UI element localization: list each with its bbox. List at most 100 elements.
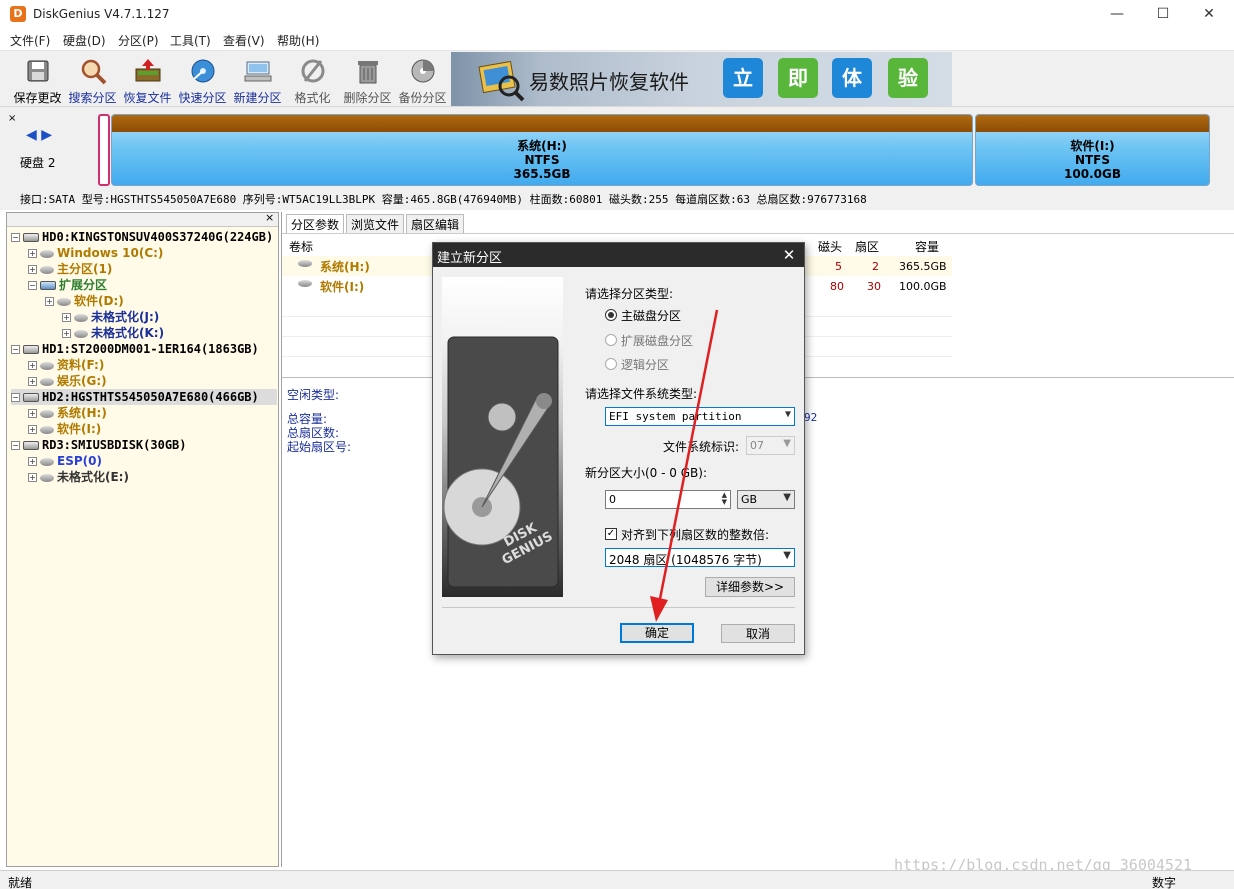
new-partition-button[interactable]: 新建分区	[230, 55, 285, 105]
promo-banner[interactable]: 易数照片恢复软件 立 即 体 验	[451, 52, 952, 106]
logical-partition-radio[interactable]	[605, 358, 617, 370]
expand-toggle-icon[interactable]: −	[11, 393, 20, 402]
menu-partition[interactable]: 分区(P)	[118, 32, 159, 49]
chevron-down-icon: ▼	[783, 438, 791, 449]
expand-toggle-icon[interactable]: +	[28, 265, 37, 274]
disk-label: 硬盘 2	[20, 156, 56, 170]
menu-tools[interactable]: 工具(T)	[170, 32, 211, 49]
backup-partition-label: 备份分区	[398, 91, 447, 105]
save-changes-button[interactable]: 保存更改	[10, 55, 65, 105]
delete-partition-button[interactable]: 删除分区	[340, 55, 395, 105]
expand-toggle-icon[interactable]: +	[28, 409, 37, 418]
menu-file[interactable]: 文件(F)	[10, 32, 50, 49]
menu-help[interactable]: 帮助(H)	[277, 32, 319, 49]
expand-toggle-icon[interactable]: −	[11, 345, 20, 354]
tab-partition-params[interactable]: 分区参数	[286, 214, 345, 233]
recover-files-button[interactable]: 恢复文件	[120, 55, 175, 105]
tree-item-label: 扩展分区	[59, 278, 108, 292]
partition-fs: NTFS	[1074, 153, 1111, 167]
size-unit-select[interactable]: GB ▼	[737, 490, 795, 509]
tree-disk-item[interactable]: − HD1:ST2000DM001-1ER164(1863GB)	[11, 341, 277, 357]
tab-browse-files[interactable]: 浏览文件	[346, 214, 405, 233]
maximize-button[interactable]: ☐	[1140, 0, 1186, 30]
tree-partition-item[interactable]: − 扩展分区	[11, 277, 277, 293]
tree-partition-item[interactable]: + 未格式化(J:)	[11, 309, 277, 325]
dialog-close-button[interactable]: ✕	[776, 244, 802, 266]
space-type-label: 空闲类型:	[287, 388, 340, 402]
tree-item-label: Windows 10(C:)	[57, 246, 164, 260]
status-left: 就绪	[8, 876, 33, 889]
fs-id-label: 文件系统标识:	[663, 440, 740, 454]
align-value: 2048 扇区 (1048576 字节)	[609, 553, 762, 567]
search-partition-button[interactable]: 搜索分区	[65, 55, 120, 105]
tree-disk-item[interactable]: − HD2:HGSTHTS545050A7E680(466GB)	[11, 389, 277, 405]
tree-partition-item[interactable]: + 未格式化(K:)	[11, 325, 277, 341]
row-capacity: 365.5GB	[899, 260, 947, 273]
tree-disk-item[interactable]: − HD0:KINGSTONSUV400S37240G(224GB)	[11, 229, 277, 245]
ok-button[interactable]: 确定	[620, 623, 694, 643]
save-changes-label: 保存更改	[13, 91, 62, 105]
quick-partition-icon	[191, 59, 215, 83]
tree-partition-item[interactable]: + ESP(0)	[11, 453, 277, 469]
tab-sector-edit[interactable]: 扇区编辑	[406, 214, 465, 233]
logical-partition-label: 逻辑分区	[621, 358, 670, 372]
size-input[interactable]: 0 ▲ ▼	[605, 490, 731, 509]
disk-map-close-icon[interactable]: ×	[8, 113, 16, 124]
quick-partition-label: 快速分区	[178, 91, 227, 105]
expand-toggle-icon[interactable]: +	[28, 377, 37, 386]
expand-toggle-icon[interactable]: +	[28, 457, 37, 466]
expand-toggle-icon[interactable]: +	[45, 297, 54, 306]
tree-partition-item[interactable]: + 软件(I:)	[11, 421, 277, 437]
tree-item-label: 软件(I:)	[57, 422, 102, 436]
expand-toggle-icon[interactable]: −	[28, 281, 37, 290]
tree-item-label: RD3:SMIUSBDISK(30GB)	[42, 438, 187, 452]
tree-partition-item[interactable]: + 娱乐(G:)	[11, 373, 277, 389]
tree-partition-item[interactable]: + Windows 10(C:)	[11, 245, 277, 261]
row-capacity: 100.0GB	[899, 280, 947, 293]
close-window-button[interactable]: ✕	[1186, 0, 1232, 30]
col-sectors: 扇区	[855, 240, 880, 254]
backup-partition-button[interactable]: 备份分区	[395, 55, 450, 105]
tree-partition-item[interactable]: + 主分区(1)	[11, 261, 277, 277]
partition-icon	[74, 329, 88, 338]
tree-disk-item[interactable]: − RD3:SMIUSBDISK(30GB)	[11, 437, 277, 453]
tree-close-icon[interactable]: ×	[265, 211, 274, 224]
expand-toggle-icon[interactable]: −	[11, 441, 20, 450]
align-select[interactable]: 2048 扇区 (1048576 字节) ▼	[605, 548, 795, 567]
disk-map: × ◀ ▶ 硬盘 2 系统(H:) NTFS 365.5GB 软件(I:) NT…	[0, 107, 1234, 210]
tree-partition-item[interactable]: + 资料(F:)	[11, 357, 277, 373]
menu-view[interactable]: 查看(V)	[223, 32, 265, 49]
tree-item-label: 未格式化(J:)	[91, 310, 160, 324]
disk-nav-arrows[interactable]: ◀ ▶	[26, 127, 52, 143]
expand-toggle-icon[interactable]: +	[28, 425, 37, 434]
format-button[interactable]: 格式化	[285, 55, 340, 105]
primary-partition-radio[interactable]	[605, 309, 617, 321]
align-checkbox[interactable]: ✓	[605, 528, 617, 540]
fs-type-select[interactable]: EFI system partition ▼	[605, 407, 795, 426]
size-label: 新分区大小(0 - 0 GB):	[585, 466, 707, 480]
tree-partition-item[interactable]: + 未格式化(E:)	[11, 469, 277, 485]
fs-id-value: 07	[750, 439, 764, 452]
detail-params-button[interactable]: 详细参数>>	[705, 577, 795, 597]
extended-partition-radio[interactable]	[605, 334, 617, 346]
tree-item-label: 主分区(1)	[57, 262, 113, 276]
expand-toggle-icon[interactable]: +	[28, 473, 37, 482]
expand-toggle-icon[interactable]: −	[11, 233, 20, 242]
hard-disk-icon	[23, 393, 39, 402]
partition-bar-software[interactable]: 软件(I:) NTFS 100.0GB	[975, 114, 1210, 186]
tree-partition-item[interactable]: + 软件(D:)	[11, 293, 277, 309]
cancel-button[interactable]: 取消	[721, 624, 795, 643]
tree-partition-item[interactable]: + 系统(H:)	[11, 405, 277, 421]
expand-toggle-icon[interactable]: +	[28, 249, 37, 258]
partition-bar-system[interactable]: 系统(H:) NTFS 365.5GB	[111, 114, 973, 186]
fs-id-select[interactable]: 07 ▼	[746, 436, 795, 455]
spinner-icon[interactable]: ▲ ▼	[722, 492, 727, 506]
expand-toggle-icon[interactable]: +	[62, 313, 71, 322]
expand-toggle-icon[interactable]: +	[62, 329, 71, 338]
expand-toggle-icon[interactable]: +	[28, 361, 37, 370]
minimize-button[interactable]: —	[1094, 0, 1140, 30]
row-sector: 2	[872, 260, 879, 273]
quick-partition-button[interactable]: 快速分区	[175, 55, 230, 105]
photo-recovery-logo-icon	[478, 60, 525, 102]
menu-disk[interactable]: 硬盘(D)	[63, 32, 106, 49]
